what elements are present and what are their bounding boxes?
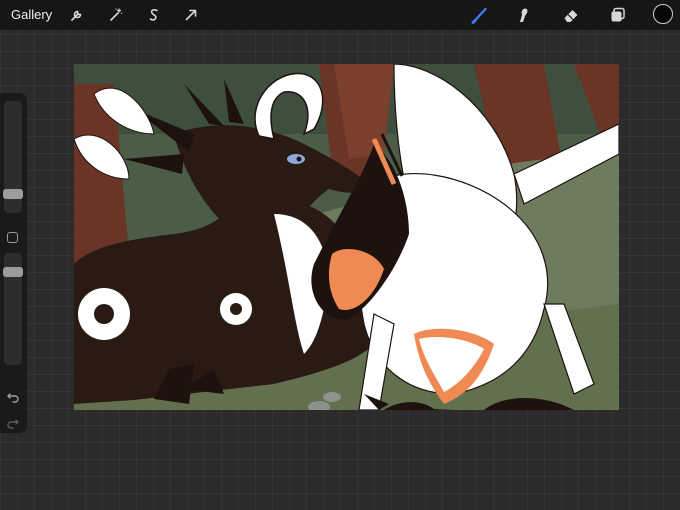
eraser-icon[interactable] <box>560 4 582 26</box>
redo-icon[interactable] <box>6 415 20 429</box>
brush-size-thumb[interactable] <box>3 189 23 199</box>
color-picker-button[interactable] <box>653 4 673 24</box>
sidebar <box>0 93 27 433</box>
wrench-icon[interactable] <box>66 4 88 26</box>
creature-eye <box>287 154 305 164</box>
modify-button[interactable] <box>7 232 18 243</box>
gallery-button[interactable]: Gallery <box>11 6 52 24</box>
transform-arrow-icon[interactable] <box>180 4 202 26</box>
stone <box>323 392 341 402</box>
opacity-thumb[interactable] <box>3 267 23 277</box>
artwork <box>74 64 619 410</box>
brush-size-slider[interactable] <box>3 101 23 213</box>
selection-s-icon[interactable] <box>143 4 165 26</box>
top-toolbar: Gallery <box>0 0 680 30</box>
magic-wand-icon[interactable] <box>105 4 127 26</box>
drawing-canvas[interactable] <box>74 64 619 410</box>
brush-icon[interactable] <box>469 4 491 26</box>
opacity-slider[interactable] <box>3 253 23 365</box>
undo-icon[interactable] <box>6 389 20 403</box>
smudge-icon[interactable] <box>512 4 534 26</box>
layers-icon[interactable] <box>607 4 629 26</box>
